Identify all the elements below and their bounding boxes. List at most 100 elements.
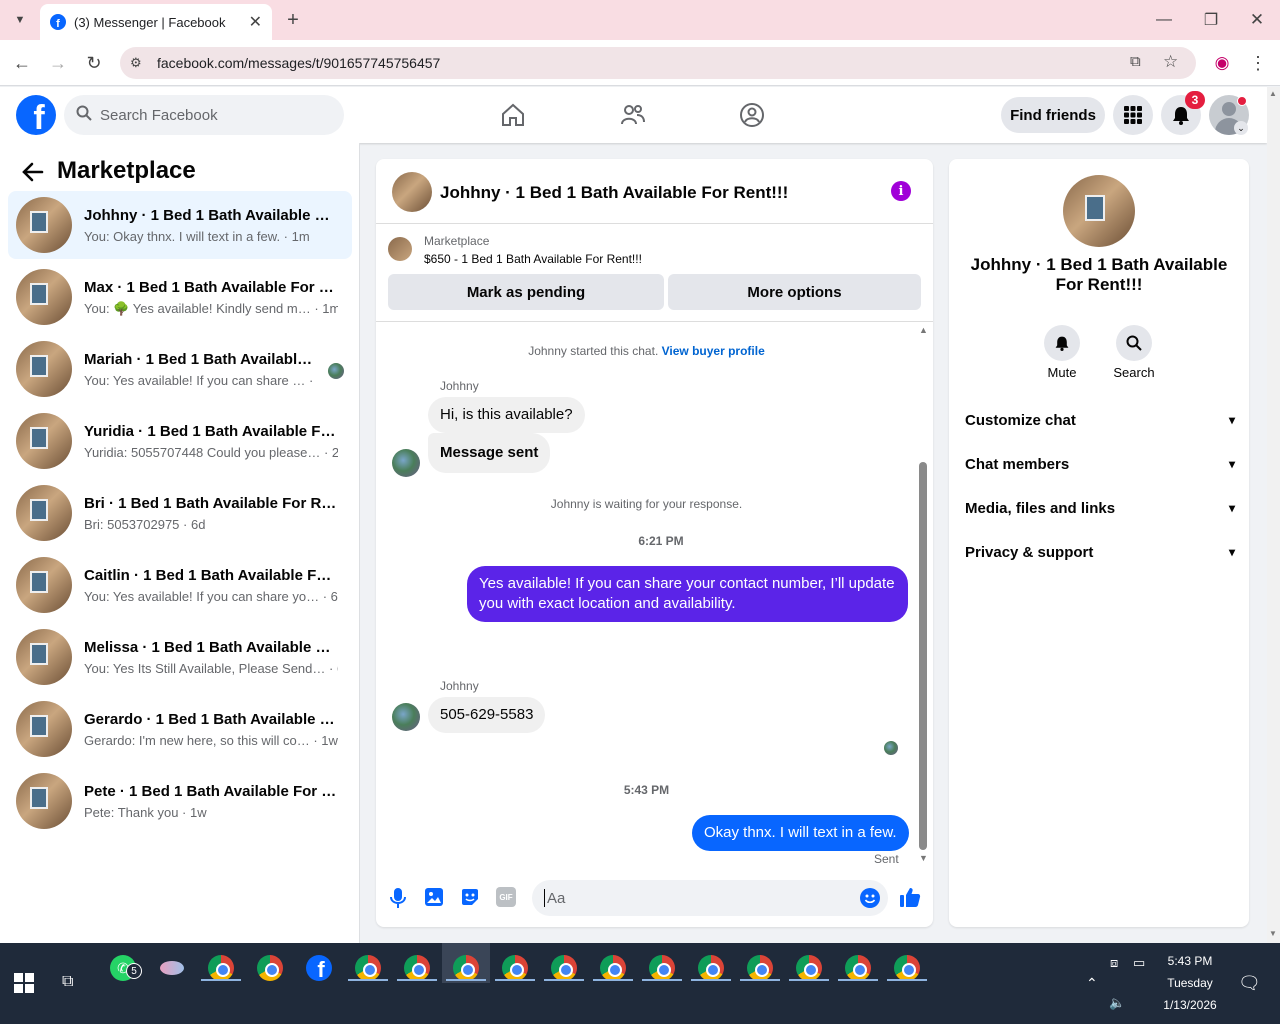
page-scrollbar[interactable]: ▲ ▼ [1267,87,1280,943]
groups-nav-icon[interactable] [732,95,772,135]
seen-avatar [884,741,898,755]
minimize-window-icon[interactable]: — [1152,8,1176,32]
restore-window-icon[interactable]: ❐ [1199,8,1223,32]
site-info-icon[interactable]: ⚙ [130,55,142,71]
conversation-name: Gerardo · 1 Bed 1 Bath Available Fo… [84,711,338,728]
home-nav-icon[interactable] [493,95,533,135]
microphone-icon[interactable] [388,887,408,909]
scroll-down-icon[interactable]: ▼ [1269,929,1277,938]
incoming-message[interactable]: Hi, is this available? [428,397,585,433]
facebook-logo-icon[interactable]: f [16,95,56,135]
outgoing-message[interactable]: Okay thnx. I will text in a few. [692,815,909,851]
listing-thumbnail [16,485,72,541]
conversation-preview: Gerardo: I'm new here, so this will co… … [84,733,338,748]
conversation-item[interactable]: Gerardo · 1 Bed 1 Bath Available Fo… Ger… [8,695,352,763]
seen-avatar [328,363,344,379]
conversation-list-panel: Marketplace Johhny · 1 Bed 1 Bath Availa… [0,143,360,943]
incoming-message[interactable]: Message sent [428,433,551,473]
section-label: Customize chat [965,411,1076,429]
conversation-item[interactable]: Max · 1 Bed 1 Bath Available For Re… You… [8,263,352,331]
conversation-preview: You: Okay thnx. I will text in a few. · … [84,229,310,244]
tray-expand-icon[interactable]: ⌃ [1086,975,1098,992]
sticker-icon[interactable] [460,887,480,907]
network-icon[interactable]: ▭ [1133,955,1145,971]
conversation-item[interactable]: Yuridia · 1 Bed 1 Bath Available For… Yu… [8,407,352,475]
friends-nav-icon[interactable] [613,95,653,135]
clock-time[interactable]: 5:43 PM [1150,954,1230,968]
conversation-item[interactable]: Johhny · 1 Bed 1 Bath Available For… You… [8,191,352,259]
new-tab-icon[interactable]: + [282,8,304,32]
privacy-support-section[interactable]: Privacy & support ▾ [965,534,1235,570]
more-options-button[interactable]: More options [668,274,921,310]
outgoing-message[interactable]: Yes available! If you can share your con… [467,566,908,622]
chevron-down-icon: ▾ [1228,413,1235,427]
conversation-item[interactable]: Caitlin · 1 Bed 1 Bath Available For … Y… [8,551,352,619]
close-window-icon[interactable]: ✕ [1245,8,1269,32]
action-center-icon[interactable]: 🗨 [1238,973,1261,994]
listing-avatar[interactable] [1063,175,1135,247]
chevron-down-icon: ▾ [1228,545,1235,559]
message-input[interactable]: Aa [532,880,888,916]
facebook-search-input[interactable]: Search Facebook [64,95,344,135]
search-label[interactable]: Search [1104,365,1164,380]
view-buyer-profile-link[interactable]: View buyer profile [662,344,765,358]
browser-menu-icon[interactable]: ⋮ [1246,51,1270,75]
section-label: Media, files and links [965,499,1116,517]
scrollbar-thumb[interactable] [919,462,927,850]
search-placeholder: Search Facebook [100,106,218,124]
chat-scrollbar[interactable]: ▲ ▼ [919,325,928,863]
gif-icon[interactable]: GIF [496,887,516,907]
back-arrow-icon[interactable] [18,157,48,187]
media-files-links-section[interactable]: Media, files and links ▾ [965,490,1235,526]
clock-day[interactable]: Tuesday [1150,976,1230,990]
conversation-item[interactable]: Melissa · 1 Bed 1 Bath Available For… Yo… [8,623,352,691]
close-tab-icon[interactable]: ✕ [249,12,262,32]
device-icon[interactable]: ⧈ [1110,955,1118,971]
mute-bell-icon[interactable] [1044,325,1080,361]
conversation-item[interactable]: Bri · 1 Bed 1 Bath Available For Ren… Br… [8,479,352,547]
conversation-item[interactable]: Pete · 1 Bed 1 Bath Available For R… Pet… [8,767,352,835]
listing-summary[interactable]: $650 - 1 Bed 1 Bath Available For Rent!!… [424,252,642,266]
reload-icon[interactable]: ↻ [82,51,106,75]
forward-icon[interactable]: → [46,51,70,75]
sender-name: Johhny [440,379,479,393]
find-friends-button[interactable]: Find friends [1001,97,1105,133]
search-icon[interactable] [1116,325,1152,361]
chrome-icon[interactable] [253,951,287,985]
customize-chat-section[interactable]: Customize chat ▾ [965,402,1235,438]
active-indicator [544,979,584,981]
task-view-icon[interactable]: ⧉ [62,973,82,993]
menu-grid-icon[interactable] [1113,95,1153,135]
facebook-app-icon[interactable]: f [302,951,336,985]
profile-icon[interactable]: ◉ [1210,51,1234,75]
tab-search-icon[interactable]: ▼ [8,10,32,30]
emoji-icon[interactable] [860,888,880,908]
chat-title[interactable]: Johhny · 1 Bed 1 Bath Available For Rent… [440,183,788,203]
chat-members-section[interactable]: Chat members ▾ [965,446,1235,482]
photo-icon[interactable] [424,887,444,907]
windows-start-icon[interactable] [14,973,34,993]
scroll-down-icon[interactable]: ▼ [919,853,928,863]
scroll-up-icon[interactable]: ▲ [1269,89,1277,98]
mark-as-pending-button[interactable]: Mark as pending [388,274,664,310]
timestamp: 6:21 PM [638,534,684,548]
mute-label[interactable]: Mute [1032,365,1092,380]
sent-status: Sent [874,852,899,866]
bookmark-star-icon[interactable]: ☆ [1163,52,1178,72]
scroll-up-icon[interactable]: ▲ [919,325,928,335]
volume-icon[interactable]: 🔈 [1109,995,1125,1011]
chat-avatar[interactable] [392,172,432,212]
address-bar[interactable]: ⚙ facebook.com/messages/t/90165774575645… [120,47,1196,79]
browser-tab[interactable]: f (3) Messenger | Facebook ✕ [40,4,272,40]
active-indicator [593,979,633,981]
conversation-item[interactable]: Mariah · 1 Bed 1 Bath Available F… You: … [8,335,352,403]
chevron-down-icon[interactable]: ⌄ [1234,121,1248,135]
back-icon[interactable]: ← [10,51,34,75]
thumbs-up-icon[interactable] [899,886,921,908]
install-app-icon[interactable]: ⧉ [1130,53,1141,70]
snipping-tool-icon[interactable] [155,951,189,985]
clock-date[interactable]: 1/13/2026 [1150,998,1230,1012]
info-icon[interactable]: i [891,181,911,201]
listing-thumbnail [16,341,72,397]
incoming-message[interactable]: 505-629-5583 [428,697,546,733]
